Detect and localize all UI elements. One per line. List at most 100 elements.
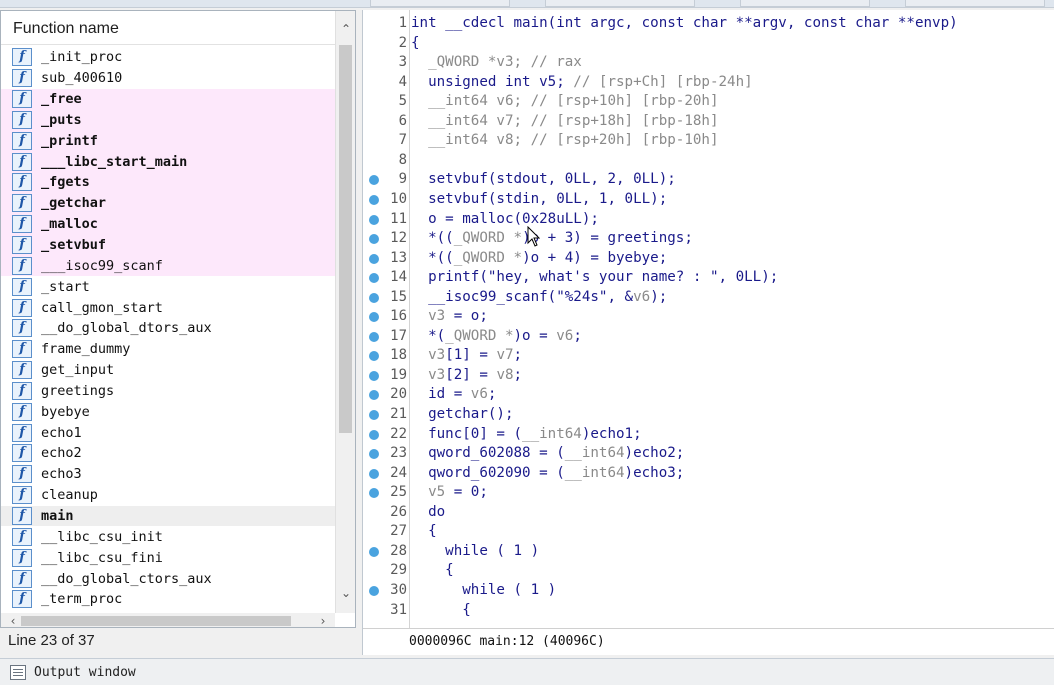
function-row[interactable]: f _getchar [1, 192, 335, 214]
function-row[interactable]: f echo2 [1, 443, 335, 464]
code-line[interactable]: 8 [363, 151, 1054, 171]
function-row[interactable]: f byebye [1, 401, 335, 422]
code-line[interactable]: 31 { [363, 601, 1054, 621]
code-line[interactable]: 23 qword_602088 = (__int64)echo2; [363, 444, 1054, 464]
breakpoint-dot-icon[interactable] [369, 370, 379, 381]
breakpoint-dot-icon[interactable] [369, 429, 379, 440]
code-line[interactable]: 5 __int64 v6; // [rsp+10h] [rbp-20h] [363, 92, 1054, 112]
tab-structures[interactable] [905, 0, 1045, 7]
code-line[interactable]: 12 *((_QWORD *)o + 3) = greetings; [363, 229, 1054, 249]
tab-ida-view[interactable] [370, 0, 510, 7]
code-line[interactable]: 20 id = v6; [363, 385, 1054, 405]
functions-vertical-scrollbar[interactable]: ⌃ ⌄ [335, 11, 355, 613]
functions-horizontal-scrollbar[interactable]: ‹ › [1, 613, 335, 627]
scroll-up-icon[interactable]: ⌃ [336, 19, 355, 39]
breakpoint-dot-icon[interactable] [369, 175, 379, 186]
function-row[interactable]: f __do_global_dtors_aux [1, 318, 335, 339]
code-line[interactable]: 3 _QWORD *v3; // rax [363, 53, 1054, 73]
code-token: o = malloc(0x28uLL); [411, 210, 599, 227]
function-row[interactable]: f frame_dummy [1, 339, 335, 360]
function-icon: f [12, 152, 32, 171]
function-row[interactable]: f call_gmon_start [1, 297, 335, 318]
breakpoint-dot-icon[interactable] [369, 390, 379, 401]
function-row[interactable]: f greetings [1, 381, 335, 402]
function-row[interactable]: f main [1, 505, 335, 527]
breakpoint-dot-icon[interactable] [369, 331, 379, 342]
function-row[interactable]: f cleanup [1, 485, 335, 506]
function-row[interactable]: f ___libc_start_main [1, 151, 335, 173]
tab-pseudocode[interactable] [545, 0, 695, 7]
function-row[interactable]: f __libc_csu_init [1, 526, 335, 547]
function-row[interactable]: f _fgets [1, 172, 335, 193]
breakpoint-dot-icon[interactable] [369, 253, 379, 264]
breakpoint-dot-icon[interactable] [369, 468, 379, 479]
function-row[interactable]: f __do_global_ctors_aux [1, 568, 335, 589]
code-line[interactable]: 28 while ( 1 ) [363, 542, 1054, 562]
function-row[interactable]: f _start [1, 276, 335, 297]
function-row[interactable]: f _malloc [1, 213, 335, 235]
vertical-scroll-thumb[interactable] [339, 45, 352, 433]
breakpoint-dot-icon[interactable] [369, 488, 379, 499]
address-status-text: 0000096C main:12 (40096C) [409, 634, 605, 649]
code-line[interactable]: 17 *(_QWORD *)o = v6; [363, 327, 1054, 347]
function-row[interactable]: f __libc_csu_fini [1, 547, 335, 568]
function-row[interactable]: f _setvbuf [1, 234, 335, 256]
function-icon: f [12, 236, 32, 255]
breakpoint-dot-icon[interactable] [369, 312, 379, 323]
code-line[interactable]: 13 *((_QWORD *)o + 4) = byebye; [363, 249, 1054, 269]
code-line[interactable]: 29 { [363, 561, 1054, 581]
code-line[interactable]: 25 v5 = 0; [363, 483, 1054, 503]
scroll-down-icon[interactable]: ⌄ [336, 583, 355, 603]
function-row[interactable]: f get_input [1, 360, 335, 381]
code-line[interactable]: 26 do [363, 503, 1054, 523]
scroll-right-icon[interactable]: › [315, 613, 331, 627]
tab-hex-view[interactable] [740, 0, 870, 7]
breakpoint-dot-icon[interactable] [369, 194, 379, 205]
code-line[interactable]: 16 v3 = o; [363, 307, 1054, 327]
function-row[interactable]: f ___isoc99_scanf [1, 255, 335, 277]
code-token: __int64 v6; // [rsp+10h] [rbp-20h] [411, 93, 719, 110]
scroll-left-icon[interactable]: ‹ [5, 613, 21, 627]
code-line[interactable]: 11 o = malloc(0x28uLL); [363, 210, 1054, 230]
pseudocode-view[interactable]: 1 int __cdecl main(int argc, const char *… [362, 10, 1054, 655]
function-row[interactable]: f _printf [1, 130, 335, 152]
code-line[interactable]: 27 { [363, 522, 1054, 542]
function-row[interactable]: f _puts [1, 109, 335, 131]
breakpoint-dot-icon[interactable] [369, 546, 379, 557]
breakpoint-dot-icon[interactable] [369, 234, 379, 245]
horizontal-scroll-thumb[interactable] [21, 616, 291, 626]
breakpoint-dot-icon[interactable] [369, 585, 379, 596]
code-line[interactable]: 6 __int64 v7; // [rsp+18h] [rbp-18h] [363, 112, 1054, 132]
breakpoint-dot-icon[interactable] [369, 214, 379, 225]
function-icon: f [12, 402, 32, 421]
code-line[interactable]: 1 int __cdecl main(int argc, const char *… [363, 14, 1054, 34]
function-row[interactable]: f _term_proc [1, 589, 335, 610]
breakpoint-dot-icon[interactable] [369, 273, 379, 284]
function-row[interactable]: f echo3 [1, 464, 335, 485]
code-line[interactable]: 18 v3[1] = v7; [363, 346, 1054, 366]
code-line[interactable]: 22 func[0] = (__int64)echo1; [363, 425, 1054, 445]
function-row[interactable]: f sub_400610 [1, 68, 335, 89]
functions-header[interactable]: Function name [1, 11, 335, 45]
code-line[interactable]: 19 v3[2] = v8; [363, 366, 1054, 386]
code-line[interactable]: 30 while ( 1 ) [363, 581, 1054, 601]
function-row[interactable]: f echo1 [1, 422, 335, 443]
code-line[interactable]: 2{ [363, 34, 1054, 54]
code-line[interactable]: 10 setvbuf(stdin, 0LL, 1, 0LL); [363, 190, 1054, 210]
code-line[interactable]: 9 setvbuf(stdout, 0LL, 2, 0LL); [363, 170, 1054, 190]
function-icon: f [12, 486, 32, 505]
output-window-bar[interactable]: Output window [0, 658, 1054, 685]
code-line[interactable]: 15 __isoc99_scanf("%24s", &v6); [363, 288, 1054, 308]
line-number: 5 [398, 93, 407, 110]
function-row[interactable]: f _free [1, 88, 335, 110]
code-line[interactable]: 14 printf("hey, what's your name? : ", 0… [363, 268, 1054, 288]
code-line[interactable]: 24 qword_602090 = (__int64)echo3; [363, 464, 1054, 484]
function-row[interactable]: f _init_proc [1, 47, 335, 68]
code-line[interactable]: 21 getchar(); [363, 405, 1054, 425]
breakpoint-dot-icon[interactable] [369, 449, 379, 460]
breakpoint-dot-icon[interactable] [369, 410, 379, 420]
code-line[interactable]: 4 unsigned int v5; // [rsp+Ch] [rbp-24h] [363, 73, 1054, 93]
code-line[interactable]: 7 __int64 v8; // [rsp+20h] [rbp-10h] [363, 131, 1054, 151]
breakpoint-dot-icon[interactable] [369, 292, 379, 303]
breakpoint-dot-icon[interactable] [369, 351, 379, 362]
